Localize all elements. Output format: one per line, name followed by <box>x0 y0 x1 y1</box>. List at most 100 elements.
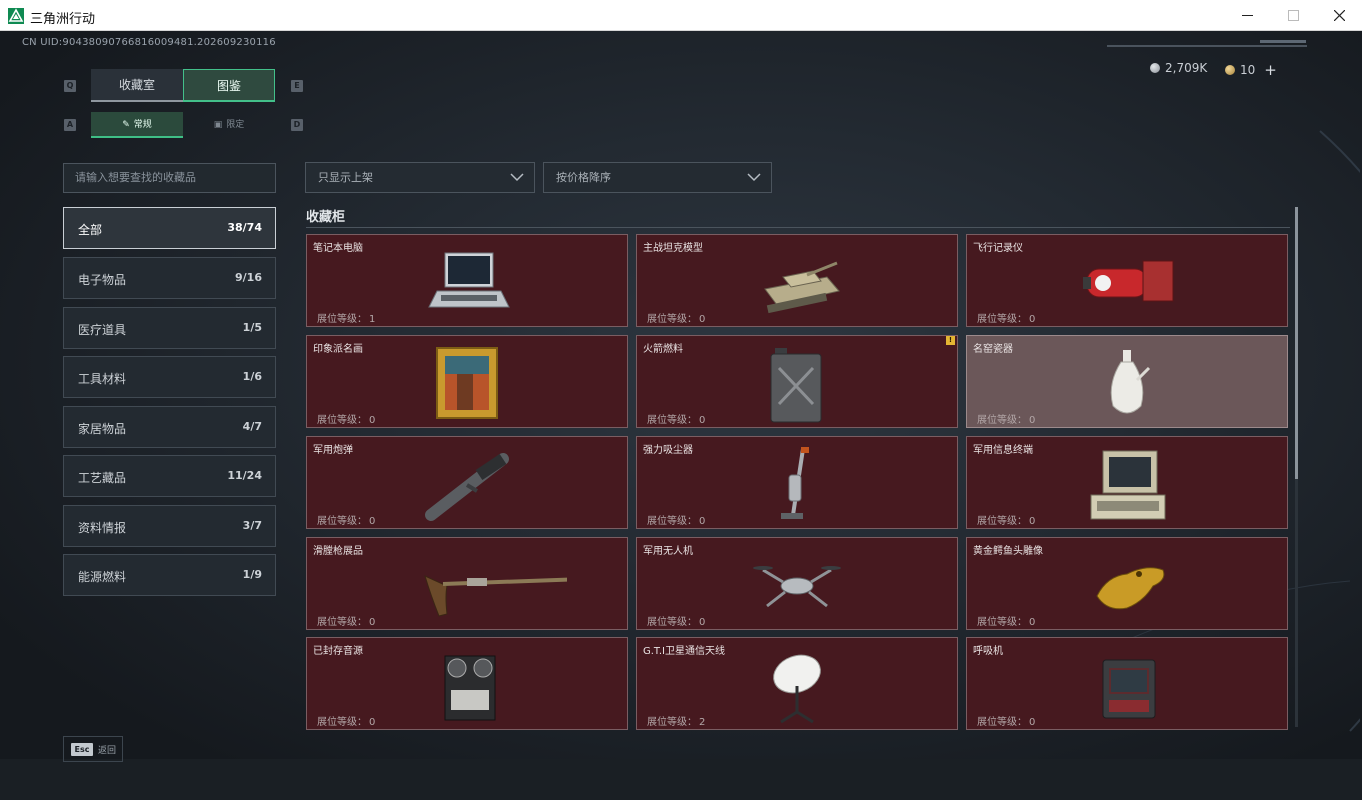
item-name: 主战坦克模型 <box>643 243 703 254</box>
item-card[interactable]: 军用信息终端 展位等级： 0 <box>966 436 1288 529</box>
key-hint-a: A <box>64 119 76 131</box>
new-item-badge: ! <box>946 336 955 345</box>
item-card[interactable]: 强力吸尘器 展位等级： 0 <box>636 436 958 529</box>
level-label: 展位等级： <box>317 717 367 728</box>
key-hint-e: E <box>291 80 303 92</box>
item-name: 强力吸尘器 <box>643 445 693 456</box>
level-value: 0 <box>699 415 706 426</box>
back-button[interactable]: Esc 返回 <box>63 736 123 762</box>
minimize-button[interactable] <box>1224 0 1270 31</box>
item-card[interactable]: 滑膛枪展品 展位等级： 0 <box>306 537 628 630</box>
item-card[interactable]: 名窑瓷器 展位等级： 0 <box>966 335 1288 428</box>
category-household[interactable]: 家居物品 4/7 <box>63 406 276 448</box>
item-card[interactable]: 飞行记录仪 展位等级： 0 <box>966 234 1288 327</box>
category-count: 1/5 <box>242 321 262 334</box>
item-card[interactable]: 黄金鳄鱼头雕像 展位等级： 0 <box>966 537 1288 630</box>
level-label: 展位等级： <box>647 717 697 728</box>
level-label: 展位等级： <box>977 617 1027 628</box>
level-label: 展位等级： <box>317 314 367 325</box>
category-medical[interactable]: 医疗道具 1/5 <box>63 307 276 349</box>
item-card[interactable]: 笔记本电脑 展位等级： 1 <box>306 234 628 327</box>
level-value: 0 <box>1029 314 1036 325</box>
item-card[interactable]: 军用无人机 展位等级： 0 <box>636 537 958 630</box>
category-tools[interactable]: 工具材料 1/6 <box>63 356 276 398</box>
regular-icon: ✎ <box>122 120 130 130</box>
level-label: 展位等级： <box>317 516 367 527</box>
subtab-limited[interactable]: ▣ 限定 <box>183 112 275 138</box>
category-count: 38/74 <box>227 221 262 234</box>
listed-filter-value: 只显示上架 <box>318 171 373 184</box>
tab-catalog[interactable]: 图鉴 <box>183 69 275 102</box>
level-value: 0 <box>1029 717 1036 728</box>
level-value: 0 <box>369 415 376 426</box>
item-card[interactable]: 火箭燃料 ! 展位等级： 0 <box>636 335 958 428</box>
item-card[interactable]: 呼吸机 展位等级： 0 <box>966 637 1288 730</box>
tab-collection-room[interactable]: 收藏室 <box>91 69 183 102</box>
sort-value: 按价格降序 <box>556 171 611 184</box>
satellite-dish-icon <box>773 654 821 724</box>
item-level: 展位等级： 0 <box>315 411 375 426</box>
bottom-bar <box>0 759 1362 800</box>
item-card[interactable]: 军用炮弹 展位等级： 0 <box>306 436 628 529</box>
close-button[interactable] <box>1316 0 1362 31</box>
level-label: 展位等级： <box>317 617 367 628</box>
app-logo-icon <box>8 8 24 24</box>
category-intel[interactable]: 资料情报 3/7 <box>63 505 276 547</box>
item-name: 军用无人机 <box>643 546 693 557</box>
item-level: 展位等级： 0 <box>975 411 1035 426</box>
scrollbar-thumb[interactable] <box>1295 207 1298 479</box>
category-count: 3/7 <box>242 519 262 532</box>
silver-currency: 2,709K <box>1150 61 1207 75</box>
category-label: 工具材料 <box>78 372 127 386</box>
item-name: 呼吸机 <box>973 646 1003 657</box>
level-label: 展位等级： <box>647 516 697 527</box>
key-hint-q: Q <box>64 80 76 92</box>
listed-filter-dropdown[interactable]: 只显示上架 <box>305 162 535 193</box>
window-title-bar: 三角洲行动 <box>0 0 1362 31</box>
sort-dropdown[interactable]: 按价格降序 <box>543 162 772 193</box>
top-decoration-line <box>1107 45 1307 47</box>
category-label: 家居物品 <box>78 422 127 436</box>
category-energy[interactable]: 能源燃料 1/9 <box>63 554 276 596</box>
item-card[interactable]: 主战坦克模型 展位等级： 0 <box>636 234 958 327</box>
item-card[interactable]: 印象派名画 展位等级： 0 <box>306 335 628 428</box>
level-label: 展位等级： <box>647 314 697 325</box>
esc-keycap: Esc <box>71 743 93 756</box>
search-input[interactable]: 请输入想要查找的收藏品 <box>63 163 276 193</box>
category-crafts[interactable]: 工艺藏品 11/24 <box>63 455 276 497</box>
category-count: 1/6 <box>242 370 262 383</box>
level-value: 0 <box>1029 516 1036 527</box>
level-value: 0 <box>1029 617 1036 628</box>
subtab-regular[interactable]: ✎ 常规 <box>91 112 183 138</box>
section-divider <box>306 227 1290 228</box>
item-card[interactable]: 已封存音源 展位等级： 0 <box>306 637 628 730</box>
subtab-regular-label: 常规 <box>133 120 152 130</box>
category-count: 11/24 <box>227 469 262 482</box>
category-label: 工艺藏品 <box>78 471 127 485</box>
musket-icon <box>424 575 567 617</box>
item-name: 名窑瓷器 <box>973 344 1013 355</box>
maximize-button[interactable] <box>1270 0 1316 31</box>
item-name: 黄金鳄鱼头雕像 <box>973 546 1043 557</box>
fuel-can-icon <box>770 348 822 423</box>
add-currency-button[interactable]: + <box>1264 61 1277 79</box>
player-uid: CN UID:90438090766816009481.202609230116 <box>22 37 276 48</box>
level-value: 0 <box>369 717 376 728</box>
category-all[interactable]: 全部 38/74 <box>63 207 276 249</box>
category-label: 电子物品 <box>78 273 127 287</box>
category-electronics[interactable]: 电子物品 9/16 <box>63 257 276 299</box>
item-name: 印象派名画 <box>313 344 363 355</box>
window-title: 三角洲行动 <box>30 12 96 27</box>
item-level: 展位等级： 0 <box>975 613 1035 628</box>
silver-amount: 2,709K <box>1165 61 1208 75</box>
level-value: 1 <box>369 314 376 325</box>
item-level: 展位等级： 0 <box>645 310 705 325</box>
vacuum-icon <box>781 447 809 519</box>
key-hint-d: D <box>291 119 303 131</box>
level-label: 展位等级： <box>647 617 697 628</box>
item-card[interactable]: G.T.I卫星通信天线 展位等级： 2 <box>636 637 958 730</box>
item-level: 展位等级： 2 <box>645 713 705 728</box>
item-name: 滑膛枪展品 <box>313 546 363 557</box>
item-level: 展位等级： 1 <box>315 310 375 325</box>
level-value: 0 <box>699 516 706 527</box>
